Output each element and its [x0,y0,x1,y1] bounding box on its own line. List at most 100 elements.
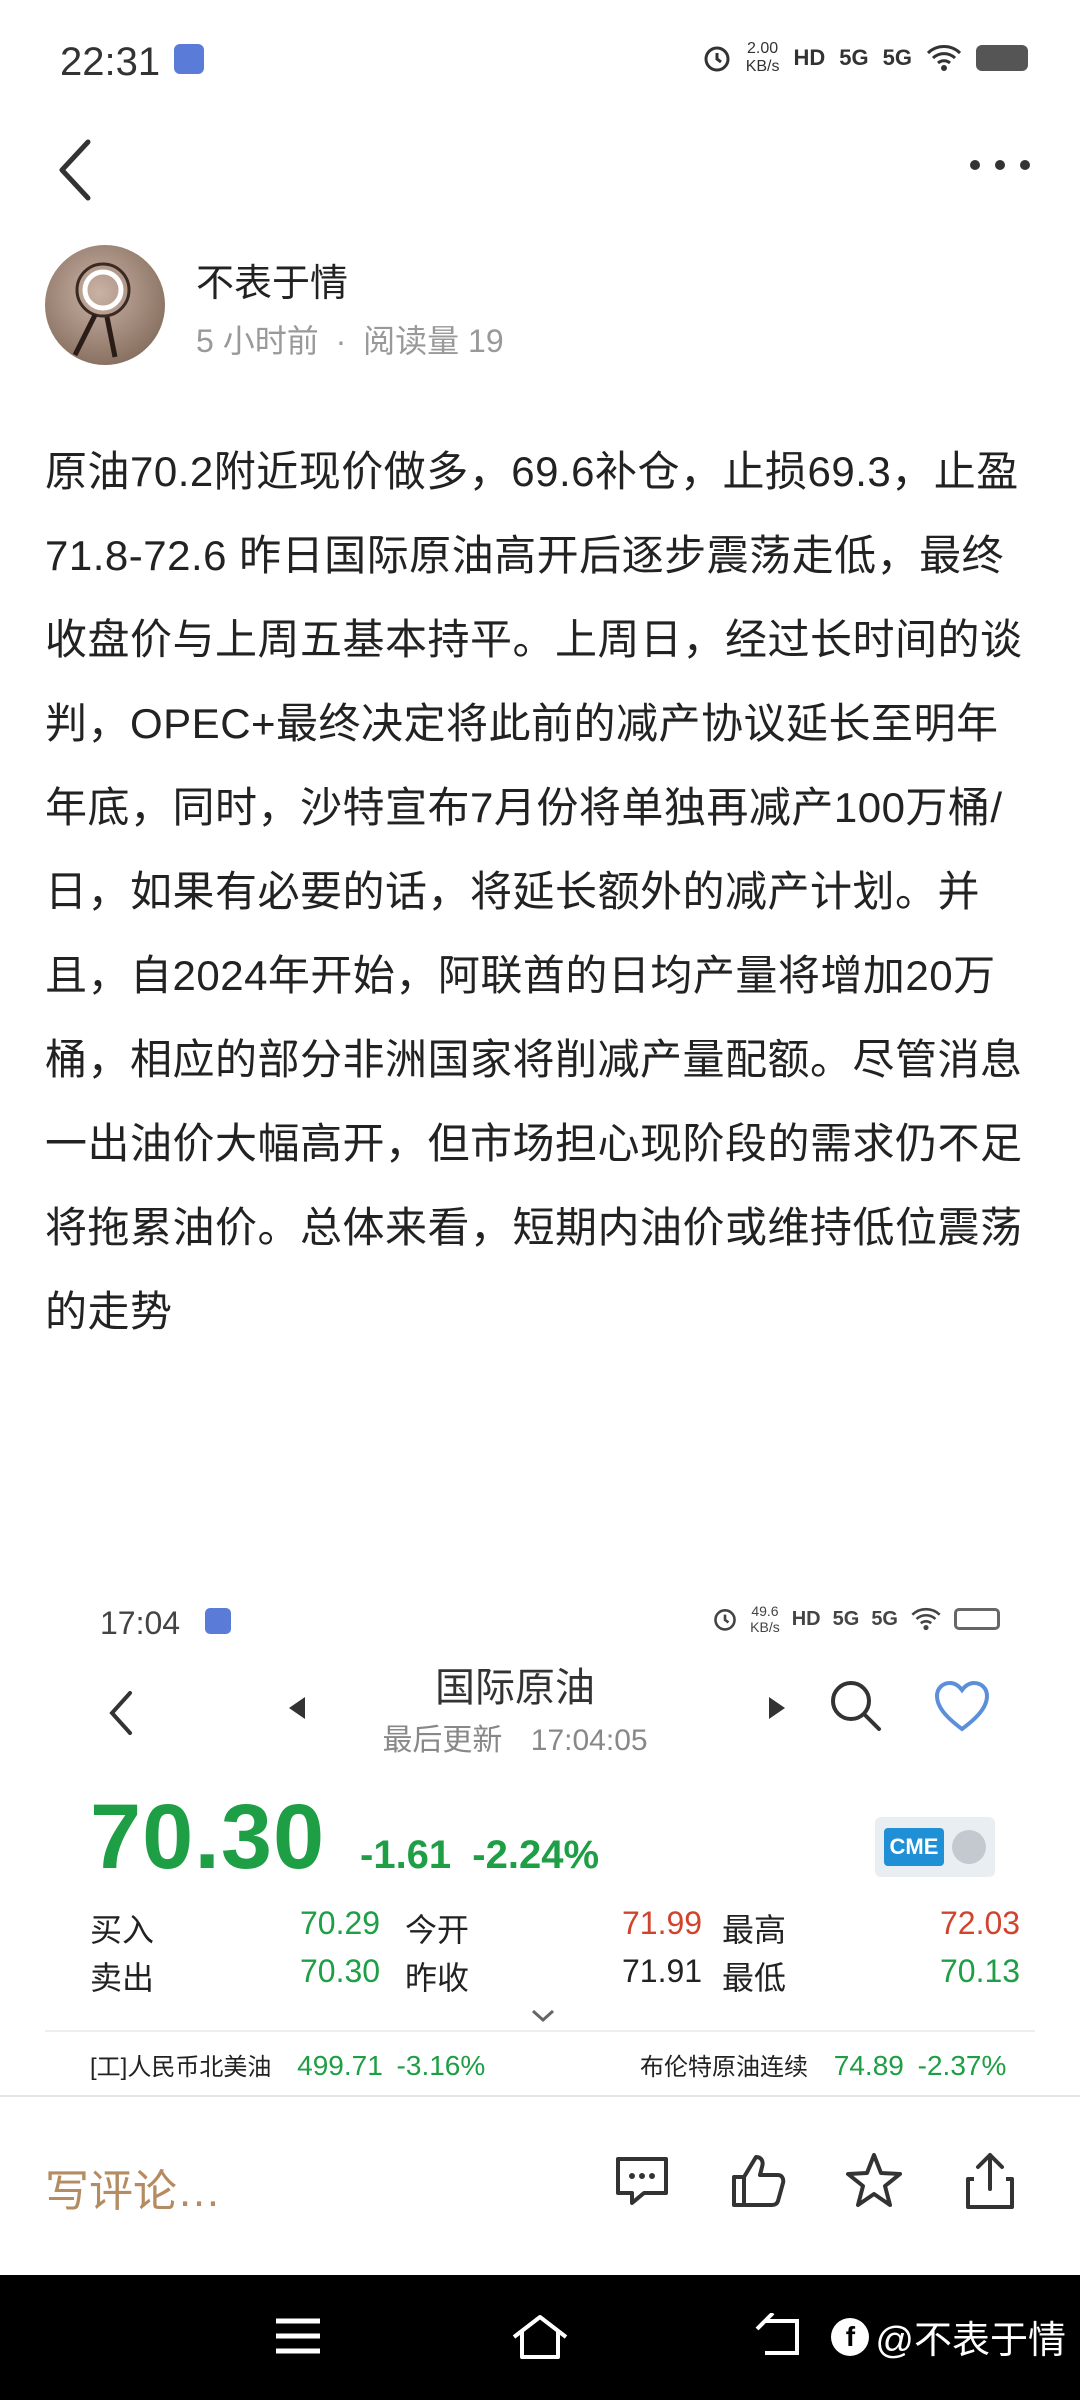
high-value: 72.03 [940,1905,1021,1941]
search-icon [831,1681,881,1731]
article-body: 原油70.2附近现价做多，69.6补仓，止损69.3，止盈71.8-72.6 昨… [45,448,1023,1335]
high-label: 最高 [722,1912,787,1948]
embed-battery-icon [954,1608,1000,1630]
buy-value: 70.29 [300,1905,381,1941]
open-value: 71.99 [622,1905,703,1941]
battery-icon [976,45,1028,71]
buy-label: 买入 [90,1912,155,1948]
cme-logo: CME [883,1828,945,1866]
nav-menu-button[interactable] [272,2313,324,2364]
current-price: 70.30 [90,1786,326,1888]
like-button[interactable] [726,2149,790,2213]
favorite-button[interactable] [933,1679,991,1738]
embed-status-time: 17:04 [100,1605,181,1641]
comment-input[interactable]: 写评论… [45,2155,221,2219]
embed-net-speed-unit: KB/s [750,1619,780,1635]
ticker-item[interactable]: 布伦特原油连续 74.89 -2.37% [640,2047,1006,2082]
status-indicators: 2.00 KB/s HD 5G 5G [702,40,1028,76]
embed-back-button[interactable] [100,1683,140,1748]
ticker-price: 74.89 [833,2050,904,2081]
prev-instrument-button[interactable] [285,1693,309,1728]
embed-divider [45,2030,1035,2032]
back-button[interactable] [46,130,106,210]
low-label: 最低 [722,1960,787,1996]
bottom-action-bar: 写评论… [0,2095,1080,2277]
embed-wifi-icon [911,1607,941,1631]
embed-search-button[interactable] [825,1675,885,1740]
ticker-item[interactable]: [工]人民币北美油 499.71 -3.16% [90,2047,485,2082]
more-options-button[interactable] [960,140,1040,190]
change-percent: -2.24% [472,1833,600,1877]
author-name[interactable]: 不表于情 [196,252,348,307]
last-updated-time: 17:04:05 [530,1724,648,1757]
embed-net-speed: 49.6 KB/s [750,1603,780,1635]
system-navigation-bar: f @不表于情 [0,2275,1080,2400]
wifi-icon [926,45,962,71]
net-speed: 2.00 KB/s [746,40,780,76]
expand-chevron-icon[interactable] [530,2003,556,2031]
open-label: 今开 [405,1912,470,1948]
alarm-icon [704,46,730,72]
embed-status-indicators: 49.6 KB/s HD 5G 5G [712,1603,1000,1635]
quote-row-2: 卖出 70.30 昨收 71.91 最低 70.13 [90,1953,1035,1997]
sell-label: 卖出 [90,1960,155,1996]
signal-5g-icon-2: 5G [882,45,912,70]
prev-close-label: 昨收 [405,1960,470,1996]
signal-5g-icon: 5G [839,45,869,70]
net-speed-unit: KB/s [745,58,780,75]
embed-net-speed-value: 49.6 [751,1603,779,1619]
embedded-quote-screenshot[interactable]: 17:04 49.6 KB/s HD 5G 5G 国际原油 最后更新 17:04… [45,1575,1035,2095]
heart-icon [934,1680,990,1732]
watermark-logo: f [831,2317,870,2356]
more-dots-icon [970,160,1030,170]
ticker-pct: -3.16% [396,2050,486,2081]
exchange-badge: CME [875,1817,995,1877]
watermark-handle: @不表于情 [875,2320,1066,2362]
triangle-left-icon [289,1697,305,1719]
avatar-image [72,262,131,358]
app-notification-icon [174,44,204,74]
embed-app-notification-icon [205,1608,231,1634]
comment-icon [616,2157,668,2205]
author-avatar[interactable] [45,245,165,365]
favorite-star-button[interactable] [842,2149,906,2213]
price-change: -1.61 -2.24% [360,1833,599,1878]
quote-row-1: 买入 70.29 今开 71.99 最高 72.03 [90,1905,1035,1949]
currency-icon [952,1830,987,1864]
meta-separator: · [335,323,347,359]
star-icon [846,2153,902,2207]
ticker-price: 499.71 [297,2050,383,2081]
nav-back-button[interactable] [755,2311,805,2364]
change-value: -1.61 [360,1833,452,1877]
last-updated-label: 最后更新 [382,1724,503,1757]
menu-icon [276,2318,320,2354]
embed-alarm-icon [714,1609,736,1631]
last-updated: 最后更新 17:04:05 [345,1715,685,1759]
net-speed-value: 2.00 [747,40,779,57]
status-time: 22:31 [60,40,161,84]
post-meta: 5 小时前 · 阅读量 19 [196,316,504,362]
low-value: 70.13 [940,1953,1021,1989]
comments-button[interactable] [610,2149,674,2213]
post-time: 5 小时前 [196,323,319,359]
embed-chevron-left-icon [109,1691,132,1735]
thumbs-up-icon [732,2155,786,2207]
read-count: 阅读量 19 [363,323,504,359]
ticker-name: [工]人民币北美油 [90,2054,272,2081]
nav-home-button[interactable] [510,2313,570,2368]
return-icon [755,2311,799,2355]
author-watermark: f @不表于情 [831,2309,1066,2364]
share-icon [966,2153,1014,2209]
hd-icon: HD [793,45,826,70]
next-instrument-button[interactable] [765,1693,789,1728]
embed-hd-icon: HD [791,1607,821,1630]
embed-signal-5g-icon: 5G [832,1607,860,1630]
share-button[interactable] [958,2149,1022,2213]
instrument-title: 国际原油 [435,1666,595,1710]
chevron-left-icon [59,139,91,201]
sell-value: 70.30 [300,1953,381,1989]
embed-signal-5g-icon-2: 5G [871,1607,898,1630]
triangle-right-icon [769,1697,785,1719]
ticker-name: 布伦特原油连续 [640,2054,808,2081]
home-icon [512,2315,568,2359]
